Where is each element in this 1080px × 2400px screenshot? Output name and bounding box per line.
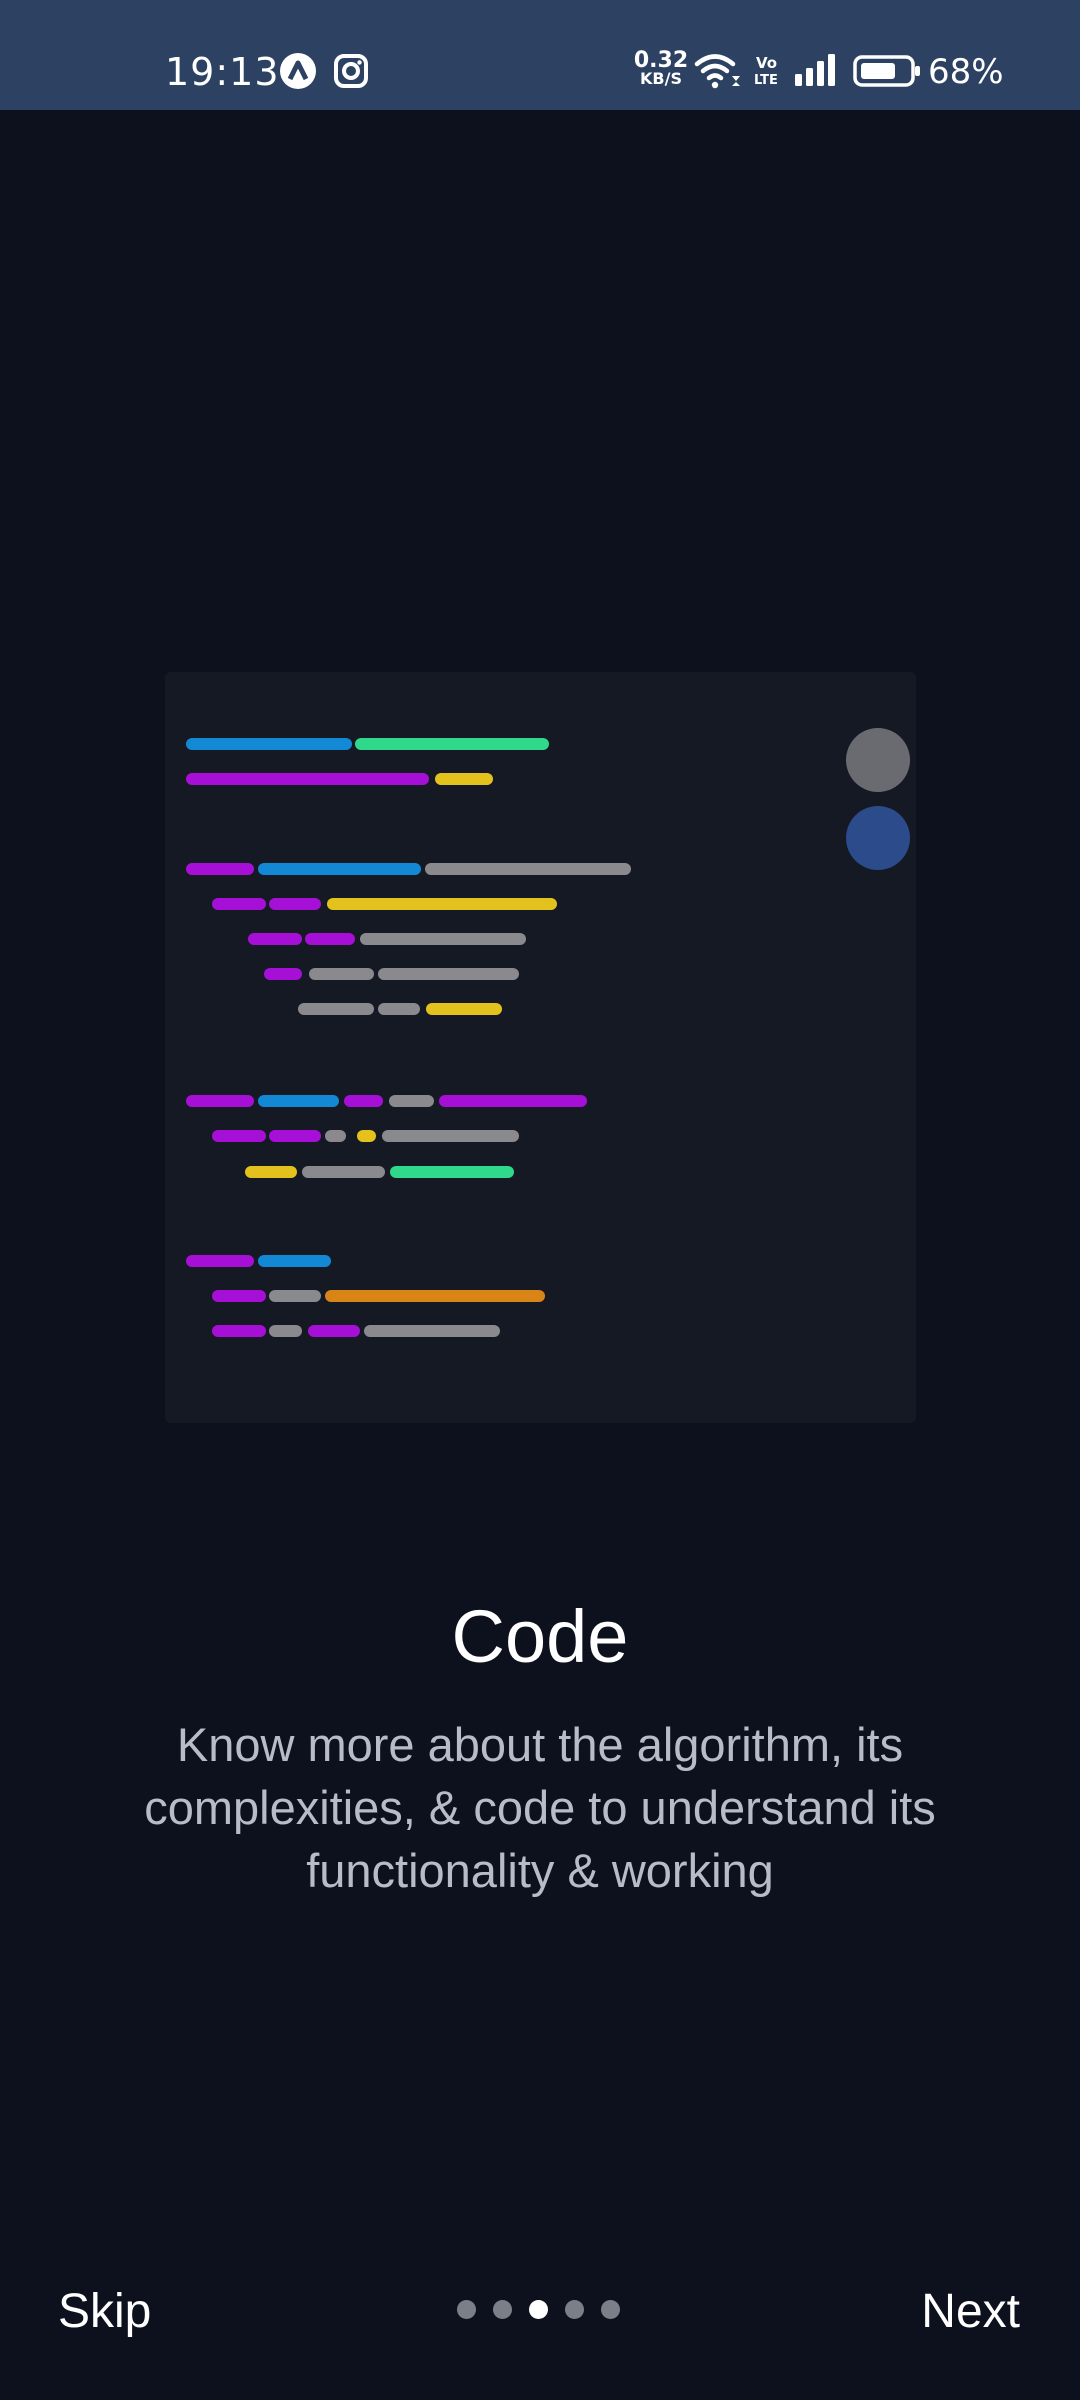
svg-text:LTE: LTE: [754, 73, 778, 88]
blue-indicator-circle: [846, 806, 910, 870]
network-speed-value: 0.32: [633, 48, 689, 73]
page-dot-5[interactable]: [601, 2300, 620, 2319]
signal-icon: [795, 54, 835, 86]
svg-text:Vo: Vo: [756, 54, 777, 72]
page-dot-4[interactable]: [565, 2300, 584, 2319]
page-dot-1[interactable]: [457, 2300, 476, 2319]
code-illustration-art: [186, 728, 910, 1337]
slide-title: Code: [451, 1595, 629, 1678]
onboarding-screen: 19:13 0.32 KB/S Vo LTE 68% Code Know mor…: [0, 0, 1080, 2400]
network-speed-unit: KB/S: [640, 69, 682, 88]
app-a-icon: [280, 53, 316, 89]
status-bar: 19:13 0.32 KB/S Vo LTE 68%: [0, 0, 1080, 110]
battery-icon: [853, 55, 920, 87]
page-indicator: [457, 2300, 625, 2320]
volte-icon: Vo LTE: [754, 54, 778, 88]
network-speed: 0.32 KB/S: [633, 48, 689, 88]
skip-button[interactable]: Skip: [58, 2276, 151, 2348]
page-dot-2[interactable]: [493, 2300, 512, 2319]
battery-percent: 68%: [928, 52, 1004, 92]
code-illustration: [165, 672, 916, 1423]
wifi-icon: [694, 54, 740, 89]
slide-description: Know more about the algorithm, its compl…: [144, 1718, 936, 1897]
next-button[interactable]: Next: [921, 2276, 1020, 2348]
status-time: 19:13: [165, 50, 280, 94]
instagram-icon: [334, 54, 368, 88]
grey-indicator-circle: [846, 728, 910, 792]
page-dot-3-active[interactable]: [529, 2300, 548, 2319]
